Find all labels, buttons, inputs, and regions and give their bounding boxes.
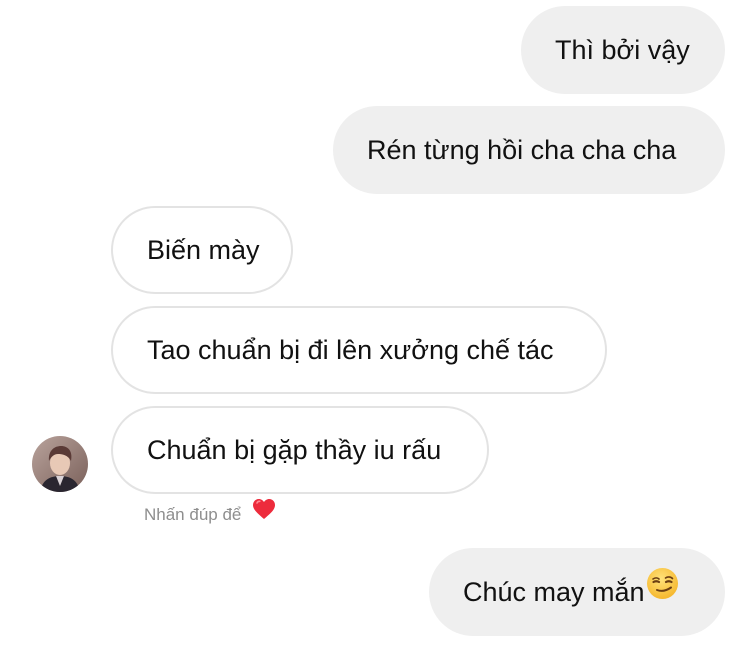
message-text: Thì bởi vậy bbox=[555, 35, 690, 65]
message-text: Chúc may mắn bbox=[463, 577, 645, 607]
received-message-bubble[interactable]: Chuẩn bị gặp thầy iu rấu bbox=[111, 406, 489, 494]
hint-text: Nhấn đúp để bbox=[144, 504, 242, 524]
sent-message-bubble[interactable]: Thì bởi vậy bbox=[521, 6, 725, 94]
smirking-face-icon bbox=[646, 547, 679, 635]
message-text: Biến mày bbox=[147, 235, 260, 265]
heart-icon bbox=[252, 498, 276, 529]
received-message-bubble[interactable]: Tao chuẩn bị đi lên xưởng chế tác bbox=[111, 306, 607, 394]
message-text: Tao chuẩn bị đi lên xưởng chế tác bbox=[147, 335, 554, 365]
contact-avatar[interactable] bbox=[32, 436, 88, 492]
message-text: Chuẩn bị gặp thầy iu rấu bbox=[147, 435, 442, 465]
avatar-image bbox=[32, 436, 88, 492]
double-tap-like-hint: Nhấn đúp để bbox=[144, 498, 276, 529]
sent-message-bubble[interactable]: Rén từng hồi cha cha cha bbox=[333, 106, 725, 194]
message-text: Rén từng hồi cha cha cha bbox=[367, 135, 677, 165]
sent-message-bubble[interactable]: Chúc may mắn bbox=[429, 548, 725, 636]
received-message-bubble[interactable]: Biến mày bbox=[111, 206, 293, 294]
